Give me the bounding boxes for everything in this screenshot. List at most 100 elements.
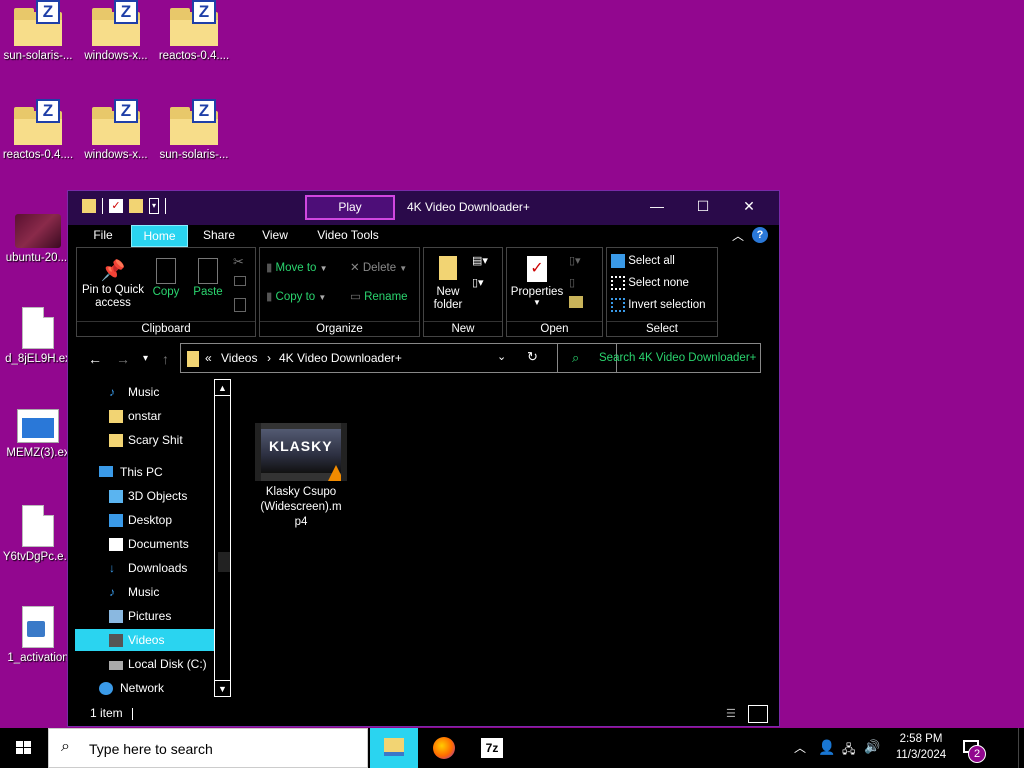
up-arrow-icon[interactable]: ↑ (162, 351, 169, 367)
taskbar-search[interactable]: ⌕ Type here to search (48, 728, 368, 768)
copy-to-button[interactable]: ▮ Copy to ▼ (266, 289, 338, 303)
nav-item-videos[interactable]: Videos (75, 629, 214, 651)
navigation-scrollbar[interactable]: ▲ ≡ ▼ (214, 379, 231, 697)
show-hidden-icons-icon[interactable]: ︿ (794, 739, 806, 756)
tab-view[interactable]: View (253, 225, 297, 247)
select-none-button[interactable]: Select none (611, 276, 715, 290)
nav-item-pictures[interactable]: Pictures (75, 605, 214, 627)
desktop-icon-windows-x-2[interactable]: Z windows-x... (78, 99, 154, 161)
desktop-icon (109, 514, 123, 527)
start-button[interactable] (0, 728, 48, 768)
breadcrumb-videos[interactable]: Videos (221, 351, 257, 365)
scroll-down-icon[interactable]: ▼ (215, 680, 230, 696)
title-bar[interactable]: ✓ ▾ Play 4K Video Downloader+ — ☐ ✕ (68, 191, 779, 225)
invert-selection-button[interactable]: Invert selection (611, 298, 715, 312)
forward-arrow-icon[interactable]: → (116, 351, 130, 367)
show-desktop-button[interactable] (1018, 728, 1024, 768)
collapse-ribbon-icon[interactable]: ︿ (732, 227, 744, 244)
address-bar[interactable]: « Videos › 4K Video Downloader+ ⌄ ↻ (180, 343, 617, 373)
history-icon[interactable] (569, 296, 583, 308)
nav-item-3d-objects[interactable]: 3D Objects (75, 485, 214, 507)
ribbon-tabs: File Home Share View Video Tools ︿ ? (68, 225, 779, 247)
scroll-thumb[interactable]: ≡ (218, 552, 230, 572)
nav-item-network[interactable]: Network (75, 677, 214, 697)
application-icon (17, 409, 59, 443)
rename-button[interactable]: ▭ Rename (350, 289, 416, 303)
desktop-icon-ubuntu[interactable]: ubuntu-20.... (0, 214, 76, 264)
explorer-window[interactable]: ✓ ▾ Play 4K Video Downloader+ — ☐ ✕ File… (67, 190, 780, 727)
paste-shortcut-icon[interactable] (234, 298, 246, 312)
system-tray: ︿ 👤 🖧 🔊 (790, 728, 886, 768)
tab-file[interactable]: File (84, 225, 122, 247)
open-icon[interactable]: ▯▾ (569, 254, 581, 267)
desktop-icon-sun-solaris-1[interactable]: Z sun-solaris-... (0, 0, 76, 62)
nav-item-this-pc[interactable]: This PC (75, 461, 214, 483)
delete-button[interactable]: ✕ Delete ▼ (350, 260, 416, 274)
overflow-chevron[interactable]: « (205, 351, 212, 365)
desktop-icon-windows-x-1[interactable]: Z windows-x... (78, 0, 154, 62)
breadcrumb-4k-video-downloader[interactable]: 4K Video Downloader+ (279, 351, 402, 365)
properties-button[interactable]: ✓ Properties ▼ (509, 256, 565, 307)
action-center-button[interactable]: 2 (958, 728, 998, 768)
easy-access-icon[interactable]: ▯▾ (472, 276, 484, 289)
address-dropdown-icon[interactable]: ⌄ (497, 350, 506, 363)
breadcrumb-separator[interactable]: › (267, 351, 271, 365)
nav-item-local-disk[interactable]: Local Disk (C:) (75, 653, 214, 675)
desktop-icon-reactos-2[interactable]: Z reactos-0.4.... (0, 99, 76, 161)
tab-share[interactable]: Share (195, 225, 243, 247)
user-icon[interactable]: 👤 (818, 739, 835, 756)
copy-path-icon[interactable] (234, 276, 246, 286)
copy-button[interactable]: Copy (149, 258, 183, 298)
back-arrow-icon[interactable]: ← (88, 351, 102, 367)
7zip-taskbar-button[interactable]: 7z (468, 728, 516, 768)
nav-item-scary-shit[interactable]: Scary Shit (75, 429, 214, 451)
new-folder-icon[interactable] (129, 199, 143, 213)
move-to-button[interactable]: ▮ Move to ▼ (266, 260, 338, 274)
tab-play[interactable]: Play (305, 195, 395, 220)
firefox-taskbar-button[interactable] (420, 728, 468, 768)
desktop-icon-reactos-1[interactable]: Z reactos-0.4.... (156, 0, 232, 62)
file-explorer-icon (384, 738, 404, 756)
paste-button[interactable]: Paste (189, 258, 227, 298)
refresh-icon[interactable]: ↻ (527, 349, 538, 365)
file-item[interactable]: KLASKY Klasky Csupo (Widescreen).mp4 (251, 423, 351, 530)
large-icons-view-icon[interactable] (748, 705, 768, 723)
close-button[interactable]: ✕ (726, 191, 772, 221)
tab-video-tools[interactable]: Video Tools (308, 225, 388, 247)
desktop-icon-y6tvdgpc[interactable]: Y6tvDgPc.e... (0, 505, 76, 563)
maximize-button[interactable]: ☐ (680, 191, 726, 221)
dropdown-arrow-icon: ▼ (318, 293, 327, 302)
file-explorer-taskbar-button[interactable] (370, 728, 418, 768)
desktop-icon-sun-solaris-2[interactable]: Z sun-solaris-... (156, 99, 232, 161)
cut-icon[interactable]: ✂ (233, 254, 244, 270)
nav-item-music[interactable]: ♪ Music (75, 381, 214, 403)
minimize-button[interactable]: — (634, 191, 680, 221)
pin-to-quick-access-button[interactable]: 📌 Pin to Quick access (79, 258, 147, 310)
desktop-icon-memz[interactable]: MEMZ(3).ex (0, 409, 76, 459)
customize-toolbar-icon[interactable]: ▾ (149, 198, 159, 214)
recent-locations-icon[interactable]: ▾ (143, 353, 148, 364)
nav-item-documents[interactable]: Documents (75, 533, 214, 555)
desktop-icon-d8jel9h[interactable]: d_8jEL9H.ex (0, 307, 76, 365)
new-item-icon[interactable]: ▤▾ (472, 254, 488, 267)
select-all-button[interactable]: Select all (611, 254, 715, 268)
nav-item-desktop[interactable]: Desktop (75, 509, 214, 531)
nav-item-onstar[interactable]: onstar (75, 405, 214, 427)
desktop-icon-activation[interactable]: 1_activation (0, 606, 76, 664)
desktop-icon-label: sun-solaris-... (3, 50, 73, 62)
help-icon[interactable]: ? (752, 227, 768, 243)
properties-icon[interactable]: ✓ (109, 199, 123, 213)
group-label: Organize (260, 321, 419, 335)
network-icon[interactable]: 🖧 (842, 740, 855, 761)
clock[interactable]: 2:58 PM 11/3/2024 (886, 731, 956, 763)
toolbar-divider (165, 198, 166, 214)
new-folder-button[interactable]: New folder (426, 256, 470, 312)
volume-icon[interactable]: 🔊 (864, 739, 880, 755)
details-view-icon[interactable]: ☰ (726, 707, 742, 721)
nav-item-music-2[interactable]: ♪ Music (75, 581, 214, 603)
search-box[interactable]: ⌕ Search 4K Video Downloader+ (557, 343, 761, 373)
edit-icon[interactable]: ▯ (569, 276, 575, 289)
nav-item-downloads[interactable]: ↓ Downloads (75, 557, 214, 579)
tab-home[interactable]: Home (131, 225, 188, 247)
scroll-up-icon[interactable]: ▲ (215, 380, 230, 396)
